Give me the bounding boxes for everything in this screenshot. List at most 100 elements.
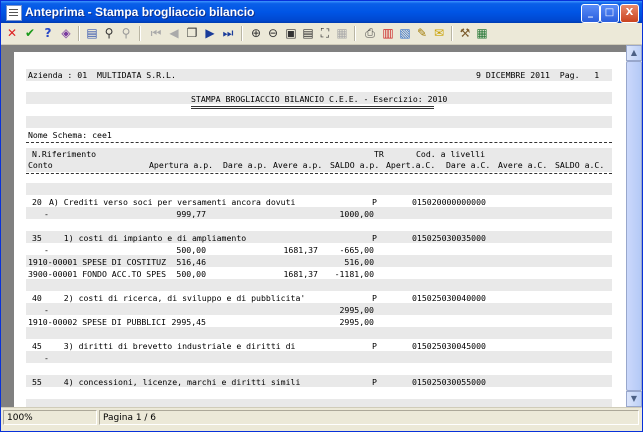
row-description: 3) diritti di brevetto industriale e dir… xyxy=(49,341,296,351)
row-conto: 3900-00001 FONDO ACC.TO SPES xyxy=(28,269,167,279)
col-cod: Cod. a livelli xyxy=(416,149,486,159)
fit-page-icon[interactable]: ▣ xyxy=(284,26,298,40)
row-saldo: 2995,00 xyxy=(339,317,374,327)
row-conto: - xyxy=(44,245,49,255)
row-apertura: 2995,45 xyxy=(171,317,206,327)
scroll-down-icon[interactable]: ▼ xyxy=(626,391,642,407)
row-apertura: 516,46 xyxy=(176,257,206,267)
thumbnails-icon[interactable]: ▦ xyxy=(335,26,349,40)
row-number: 40 xyxy=(32,293,42,303)
schema-label: Nome Schema: cee1 xyxy=(28,130,112,140)
row-number: 45 xyxy=(32,341,42,351)
prev-page-icon[interactable]: ◀ xyxy=(167,26,181,40)
close-window-button[interactable]: X xyxy=(620,4,639,23)
preview-area[interactable]: Azienda : 01 MULTIDATA S.R.L. 9 DICEMBRE… xyxy=(1,45,626,411)
document-icon xyxy=(6,5,22,21)
col-saldo-ap: SALDO a.p. xyxy=(330,160,380,170)
toolbar-separator xyxy=(78,26,80,41)
row-band xyxy=(26,183,612,195)
col-nrif: N.Riferimento xyxy=(32,149,97,159)
row-description: A) Crediti verso soci per versamenti anc… xyxy=(49,197,296,207)
row-code: 015025030045000 xyxy=(412,341,486,351)
page-indicator: Pagina 1 / 6 xyxy=(99,410,639,425)
book-icon[interactable]: ◈ xyxy=(59,26,73,40)
help-icon[interactable]: ? xyxy=(41,26,55,40)
col-conto: Conto xyxy=(28,160,53,170)
col-dare-ac: Dare a.C. xyxy=(446,160,491,170)
row-apertura: 500,00 xyxy=(176,245,206,255)
row-apertura: 999,77 xyxy=(176,209,206,219)
find-next-icon[interactable]: ⚲ xyxy=(119,26,133,40)
setup-icon[interactable]: ▤ xyxy=(85,26,99,40)
row-code: 015025030035000 xyxy=(412,233,486,243)
row-avere: 1681,37 xyxy=(283,269,318,279)
row-conto: 1910-00001 SPESE DI COSTITUZ xyxy=(28,257,167,267)
col-apertura-ap: Apertura a.p. xyxy=(149,160,214,170)
report-title: STAMPA BROGLIACCIO BILANCIO C.E.E. - Ese… xyxy=(191,94,448,104)
row-tr: P xyxy=(372,341,377,351)
col-dare-ap: Dare a.p. xyxy=(223,160,268,170)
col-tr: TR xyxy=(374,149,384,159)
edit-icon[interactable]: ✎ xyxy=(415,26,429,40)
email-icon[interactable]: ✉ xyxy=(432,26,446,40)
row-code: 015025030040000 xyxy=(412,293,486,303)
report-page: Azienda : 01 MULTIDATA S.R.L. 9 DICEMBRE… xyxy=(14,52,626,411)
toolbar-separator xyxy=(354,26,356,41)
row-conto: - xyxy=(44,305,49,315)
fit-width-icon[interactable]: ▤ xyxy=(301,26,315,40)
toolbar-separator xyxy=(139,26,141,41)
close-icon[interactable]: ✕ xyxy=(5,26,19,40)
col-avere-ap: Avere a.p. xyxy=(273,160,323,170)
window-title: Anteprima - Stampa brogliaccio bilancio xyxy=(25,5,255,19)
printer-icon[interactable]: ⎙ xyxy=(363,26,377,40)
col-avere-ac: Avere a.C. xyxy=(498,160,548,170)
check-icon[interactable]: ✔ xyxy=(23,26,37,40)
row-band xyxy=(26,351,612,363)
row-number: 20 xyxy=(32,197,42,207)
row-band xyxy=(26,327,612,339)
row-conto: - xyxy=(44,209,49,219)
pdf-icon[interactable]: ▥ xyxy=(381,26,395,40)
row-code: 015025030055000 xyxy=(412,377,486,387)
full-screen-icon[interactable]: ⛶ xyxy=(318,26,332,40)
date-page-label: 9 DICEMBRE 2011 Pag. 1 xyxy=(476,70,600,80)
scroll-up-icon[interactable]: ▲ xyxy=(626,45,642,61)
row-number: 55 xyxy=(32,377,42,387)
row-number: 35 xyxy=(32,233,42,243)
minimize-button[interactable]: _ xyxy=(581,4,600,23)
column-rule-bottom xyxy=(26,173,612,174)
find-icon[interactable]: ⚲ xyxy=(102,26,116,40)
first-page-icon[interactable]: ⏮ xyxy=(149,26,163,40)
tools-icon[interactable]: ⚒ xyxy=(458,26,472,40)
row-saldo: 516,00 xyxy=(344,257,374,267)
copy-icon[interactable]: ❐ xyxy=(185,26,199,40)
row-saldo: 1000,00 xyxy=(339,209,374,219)
zoom-out-icon[interactable]: ⊖ xyxy=(266,26,280,40)
preview-window: Anteprima - Stampa brogliaccio bilancio … xyxy=(0,0,643,432)
column-rule-top xyxy=(26,142,612,143)
maximize-button[interactable]: □ xyxy=(600,4,619,23)
zoom-in-icon[interactable]: ⊕ xyxy=(249,26,263,40)
company-label: Azienda : 01 MULTIDATA S.R.L. xyxy=(28,70,176,80)
row-saldo: -665,00 xyxy=(339,245,374,255)
vertical-scrollbar[interactable]: ▲ ▼ xyxy=(626,45,642,407)
export-icon[interactable]: ▧ xyxy=(398,26,412,40)
scroll-thumb[interactable] xyxy=(626,61,642,391)
title-bar[interactable]: Anteprima - Stampa brogliaccio bilancio … xyxy=(1,1,642,23)
toolbar-separator xyxy=(241,26,243,41)
last-page-icon[interactable]: ⏭ xyxy=(221,26,235,40)
row-description: 4) concessioni, licenze, marchi e diritt… xyxy=(49,377,301,387)
title-underline xyxy=(191,106,434,109)
row-description: 1) costi di impianto e di ampliamento xyxy=(49,233,247,243)
row-tr: P xyxy=(372,293,377,303)
row-tr: P xyxy=(372,197,377,207)
row-description: 2) costi di ricerca, di sviluppo e di pu… xyxy=(49,293,306,303)
calculator-icon[interactable]: ▦ xyxy=(475,26,489,40)
next-page-icon[interactable]: ▶ xyxy=(203,26,217,40)
zoom-level: 100% xyxy=(3,410,97,425)
row-avere: 1681,37 xyxy=(283,245,318,255)
row-tr: P xyxy=(372,233,377,243)
toolbar: ✕ ✔ ? ◈ ▤ ⚲ ⚲ ⏮ ◀ ❐ ▶ ⏭ ⊕ ⊖ ▣ ▤ ⛶ ▦ ⎙ ▥ … xyxy=(1,23,642,45)
toolbar-separator xyxy=(451,26,453,41)
row-apertura: 500,00 xyxy=(176,269,206,279)
